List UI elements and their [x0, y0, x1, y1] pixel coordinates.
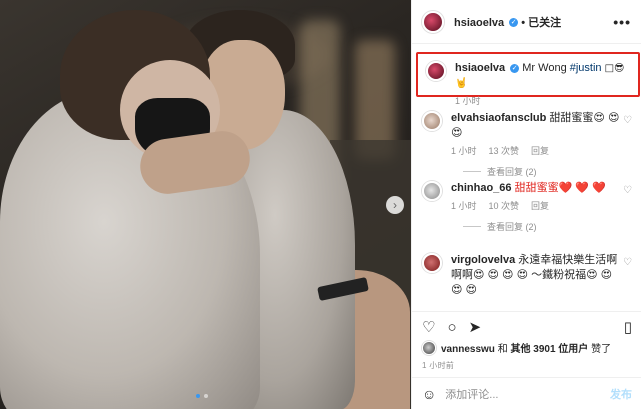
caption-highlight: hsiaoelva ✓ Mr Wong #justin □😎 🤘 1 小时 [416, 52, 640, 106]
carousel-dot [204, 394, 208, 398]
comment-like-icon[interactable]: ♡ [623, 185, 632, 196]
post-header: hsiaoelva ✓ • 已关注 ••• [412, 0, 641, 44]
likes-and: 和 [497, 344, 508, 355]
comment-item: elvahsiaofansclub 甜甜蜜蜜😍 😍 😍 1 小时 13 次赞 回… [412, 105, 641, 177]
view-replies-label: 查看回复 (2) [487, 222, 537, 232]
likes-suffix: 赞了 [591, 344, 612, 355]
comment-text: elvahsiaofansclub 甜甜蜜蜜😍 😍 😍 [451, 111, 620, 141]
carousel-dot-active [196, 394, 200, 398]
caption-body: Mr Wong [522, 62, 567, 74]
caption-username[interactable]: hsiaoelva [455, 62, 505, 74]
heart-icon[interactable]: ♡ [422, 318, 435, 336]
caption-avatar[interactable] [426, 61, 446, 81]
caption-hashtag[interactable]: #justin [570, 62, 602, 74]
add-comment-bar: ☺ 添加评论... 发布 [412, 377, 641, 409]
comment-time[interactable]: 1 小时 [451, 144, 477, 157]
comment-likes[interactable]: 13 次赞 [489, 144, 520, 157]
comments-list: elvahsiaofansclub 甜甜蜜蜜😍 😍 😍 1 小时 13 次赞 回… [412, 105, 641, 298]
emoji-icon[interactable]: ☺ [422, 386, 436, 402]
comment-item: virgolovelva 永遠幸福快樂生活啊啊啊😍 😍 😍 😍 〜鐵粉祝福😍 😍… [412, 247, 641, 298]
post-timestamp[interactable]: 1 小时前 [422, 360, 632, 371]
comment-icon[interactable]: ○ [447, 319, 456, 336]
post-photo[interactable]: › [0, 0, 411, 409]
comment-text: chinhao_66 甜甜蜜蜜❤️ ❤️ ❤️ [451, 181, 606, 196]
likes-summary: vannesswu 和 其他 3901 位用户 赞了 [422, 340, 632, 355]
comment-body: 甜甜蜜蜜❤️ ❤️ ❤️ [514, 182, 606, 194]
commenter-username[interactable]: virgolovelva [451, 254, 515, 266]
carousel-indicator [196, 394, 208, 398]
follow-status[interactable]: • 已关注 [521, 17, 561, 29]
post-side-panel: hsiaoelva ✓ • 已关注 ••• hsiaoelva ✓ Mr Won… [411, 0, 641, 409]
replies-divider [463, 226, 481, 227]
comment-meta: 1 小时 10 次赞 回复 [451, 199, 606, 212]
share-icon[interactable]: ➤ [469, 318, 482, 336]
action-icons: ♡ ○ ➤ ▯ [422, 316, 632, 338]
commenter-username[interactable]: elvahsiaofansclub [451, 112, 546, 124]
commenter-avatar[interactable] [422, 253, 442, 273]
reply-button[interactable]: 回复 [531, 199, 549, 212]
next-photo-button[interactable]: › [386, 196, 404, 214]
author-avatar[interactable] [422, 10, 444, 33]
comment-like-icon[interactable]: ♡ [623, 115, 632, 126]
comment-input[interactable]: 添加评论... [445, 386, 601, 402]
replies-divider [463, 171, 481, 172]
comment-time[interactable]: 1 小时 [451, 199, 477, 212]
verified-icon: ✓ [509, 18, 519, 28]
comment-text: virgolovelva 永遠幸福快樂生活啊啊啊😍 😍 😍 😍 〜鐵粉祝福😍 😍… [451, 253, 620, 298]
author-username[interactable]: hsiaoelva [454, 17, 504, 29]
likes-others[interactable]: 其他 3901 位用户 [510, 344, 588, 355]
bookmark-icon[interactable]: ▯ [624, 318, 632, 336]
commenter-username[interactable]: chinhao_66 [451, 182, 512, 194]
comment-item: chinhao_66 甜甜蜜蜜❤️ ❤️ ❤️ 1 小时 10 次赞 回复 ♡ … [412, 175, 641, 247]
reply-button[interactable]: 回复 [531, 144, 549, 157]
chevron-right-icon: › [393, 198, 397, 212]
comment-like-icon[interactable]: ♡ [623, 257, 632, 268]
comment-meta: 1 小时 13 次赞 回复 [451, 144, 620, 157]
commenter-avatar[interactable] [422, 181, 442, 201]
verified-icon: ✓ [510, 63, 520, 73]
more-options-icon[interactable]: ••• [613, 14, 631, 30]
view-replies-button[interactable]: 查看回复 (2) [463, 220, 620, 233]
liker-username[interactable]: vannesswu [441, 344, 495, 355]
post-actions: ♡ ○ ➤ ▯ vannesswu 和 其他 3901 位用户 赞了 1 小时前 [412, 311, 641, 371]
liker-avatar[interactable] [422, 340, 436, 355]
comment-likes[interactable]: 10 次赞 [489, 199, 520, 212]
commenter-avatar[interactable] [422, 111, 442, 131]
caption-text: hsiaoelva ✓ Mr Wong #justin □😎 🤘 [455, 61, 630, 91]
post-comment-button[interactable]: 发布 [610, 386, 632, 402]
